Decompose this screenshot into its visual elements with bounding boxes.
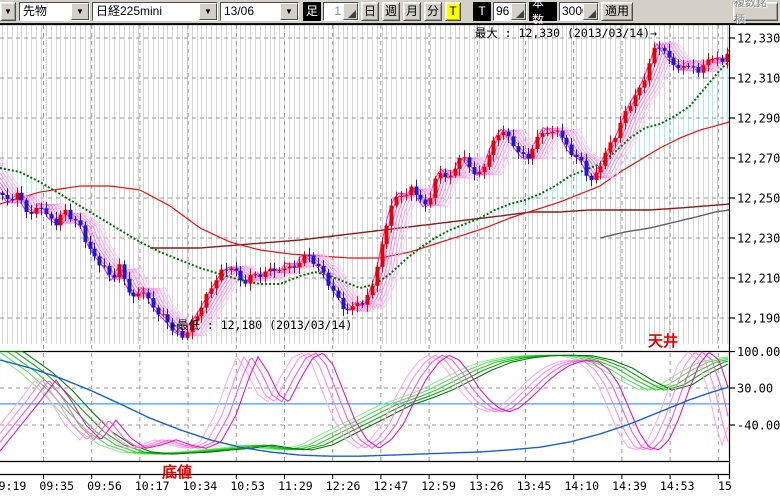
interval-spinner[interactable]: 1 (323, 2, 359, 21)
apply-button[interactable]: 適用 (601, 2, 633, 21)
svg-text:30.00: 30.00 (737, 382, 773, 396)
svg-text:09:19: 09:19 (0, 479, 26, 493)
svg-text:12,330: 12,330 (737, 32, 780, 46)
svg-text:12:47: 12:47 (374, 479, 409, 493)
svg-text:10:34: 10:34 (183, 479, 218, 493)
toolbar: ▼ 先物 ▼ 日経225mini ▼ 13/06 ▼ 足 1 日 週 月 分 T… (0, 0, 780, 24)
chart-canvas[interactable]: 12,330 12,310 12,290 12,270 12,250 12,230 12,2… (0, 23, 780, 500)
contract-month-value: 13/06 (221, 3, 280, 20)
svg-text:14:39: 14:39 (612, 479, 647, 493)
svg-text:13:26: 13:26 (469, 479, 504, 493)
svg-text:12,210: 12,210 (737, 272, 780, 286)
symbol-value: 日経225mini (93, 3, 199, 20)
ceiling-annotation: 天井 (648, 332, 678, 350)
svg-text:12:59: 12:59 (421, 479, 456, 493)
svg-text:12,270: 12,270 (737, 152, 780, 166)
svg-text:12,310: 12,310 (737, 72, 780, 86)
svg-text:-40.00: -40.00 (737, 419, 780, 433)
svg-text:12,230: 12,230 (737, 232, 780, 246)
svg-text:12,290: 12,290 (737, 112, 780, 126)
dropdown-arrow-icon[interactable]: ▼ (280, 3, 298, 20)
min-price-annotation: ←最低 : 12,180 (2013/03/14) (170, 318, 352, 332)
svg-text:15: 15 (718, 479, 732, 493)
svg-text:10:53: 10:53 (230, 479, 265, 493)
svg-text:10:17: 10:17 (135, 479, 170, 493)
svg-text:100.00: 100.00 (737, 345, 780, 359)
oscillator-lines (0, 352, 730, 462)
chart-app-window: ▼ 先物 ▼ 日経225mini ▼ 13/06 ▼ 足 1 日 週 月 分 T… (0, 0, 780, 500)
period-minute-button[interactable]: 分 (424, 2, 442, 21)
instrument-type-select[interactable]: 先物 ▼ (19, 2, 90, 21)
bar-count-label: 本数 (529, 2, 557, 21)
dropdown-arrow-icon[interactable]: ▼ (71, 3, 89, 20)
svg-text:13:45: 13:45 (517, 479, 552, 493)
period-week-button[interactable]: 週 (382, 2, 400, 21)
period-day-button[interactable]: 日 (361, 2, 379, 21)
tick-count-spinner[interactable]: 96 (493, 2, 527, 21)
svg-text:12:26: 12:26 (326, 479, 361, 493)
period-month-button[interactable]: 月 (403, 2, 421, 21)
tick-count-value: 96 (494, 3, 511, 20)
max-price-annotation: 最大 : 12,330 (2013/03/14)→ (475, 26, 657, 40)
bar-stripes (3, 25, 728, 344)
left-partial-dropdown-arrow-icon[interactable]: ▼ (0, 2, 16, 21)
tick-toggle-button[interactable]: T (445, 2, 461, 21)
bar-type-label: 足 (303, 2, 321, 21)
svg-text:11:29: 11:29 (278, 479, 313, 493)
svg-text:09:56: 09:56 (87, 479, 122, 493)
interval-value: 1 (324, 3, 343, 20)
ma-band-hatch (3, 63, 728, 247)
instrument-type-value: 先物 (20, 3, 71, 20)
svg-text:12,250: 12,250 (737, 192, 780, 206)
spinner-grip-icon[interactable] (511, 3, 526, 20)
svg-text:14:53: 14:53 (660, 479, 695, 493)
spinner-grip-icon[interactable] (343, 3, 358, 20)
contract-month-select[interactable]: 13/06 ▼ (220, 2, 299, 21)
dropdown-arrow-icon[interactable]: ▼ (199, 3, 217, 20)
svg-text:12,190: 12,190 (737, 312, 780, 326)
bottom-annotation: 底値 (162, 463, 192, 481)
tick-count-label: T (473, 2, 491, 21)
spinner-grip-icon[interactable] (583, 3, 598, 20)
bar-count-spinner[interactable]: 3000 (559, 2, 599, 21)
multi-symbol-button[interactable]: 複数銘柄 (733, 2, 778, 21)
svg-text:14:10: 14:10 (564, 479, 599, 493)
svg-text:09:35: 09:35 (39, 479, 74, 493)
symbol-select[interactable]: 日経225mini ▼ (92, 2, 218, 21)
bar-count-value: 3000 (560, 3, 583, 20)
